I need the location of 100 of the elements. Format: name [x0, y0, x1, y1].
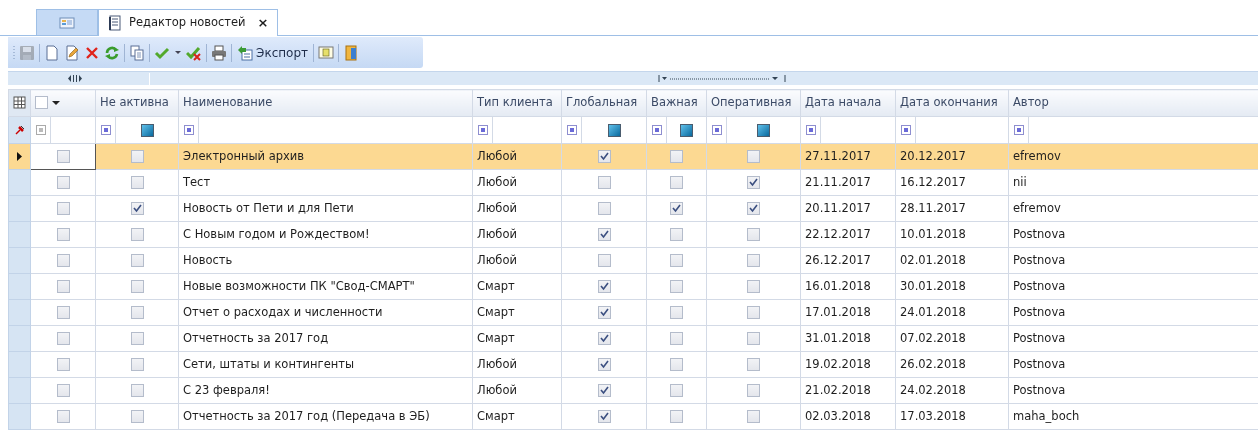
refresh-icon[interactable]: [104, 44, 120, 61]
uncheck-icon[interactable]: [186, 44, 202, 61]
checkbox[interactable]: [747, 175, 760, 189]
checkbox[interactable]: [747, 201, 760, 215]
filter-value-icon[interactable]: [757, 123, 770, 137]
checkbox[interactable]: [597, 409, 611, 423]
checkbox[interactable]: [597, 279, 611, 293]
checkbox[interactable]: [670, 357, 683, 371]
table-cell: Тест: [178, 169, 473, 196]
filter-condition-icon[interactable]: [652, 125, 662, 135]
filter-condition-icon[interactable]: [567, 125, 577, 135]
checkbox[interactable]: [130, 305, 144, 319]
table-cell: 16.12.2017: [895, 169, 1009, 196]
checkbox[interactable]: [747, 383, 760, 397]
column-header[interactable]: Оперативная: [706, 89, 801, 117]
checkbox[interactable]: [56, 201, 70, 215]
checkbox[interactable]: [597, 357, 611, 371]
checkbox[interactable]: [130, 383, 144, 397]
checkbox[interactable]: [56, 149, 70, 163]
checkbox[interactable]: [747, 357, 760, 371]
checkbox[interactable]: [130, 279, 144, 293]
checkbox[interactable]: [670, 253, 683, 267]
filter-condition-icon[interactable]: [101, 125, 111, 135]
checkbox[interactable]: [130, 331, 144, 345]
checkbox[interactable]: [747, 409, 760, 423]
caret-icon[interactable]: [52, 98, 60, 107]
checkbox[interactable]: [56, 175, 70, 189]
checkbox[interactable]: [56, 253, 70, 267]
checkbox[interactable]: [670, 227, 683, 241]
table-cell: 07.02.2018: [895, 325, 1009, 352]
column-header[interactable]: Дата окончания: [895, 89, 1009, 117]
select-all-checkbox[interactable]: [35, 96, 48, 110]
checkbox[interactable]: [747, 253, 760, 267]
column-header[interactable]: Не активна: [95, 89, 179, 117]
checkbox[interactable]: [130, 357, 144, 371]
checkbox[interactable]: [130, 409, 144, 423]
checkbox[interactable]: [130, 253, 144, 267]
checkbox[interactable]: [56, 383, 70, 397]
checkbox[interactable]: [56, 305, 70, 319]
tab[interactable]: [36, 9, 98, 35]
checkbox[interactable]: [56, 409, 70, 423]
table-cell: 26.02.2018: [895, 351, 1009, 378]
checkbox[interactable]: [747, 149, 760, 163]
checkbox[interactable]: [670, 149, 683, 163]
delete-icon[interactable]: [84, 44, 100, 61]
checkbox[interactable]: [130, 175, 144, 189]
column-header[interactable]: Наименование: [178, 89, 473, 117]
copy-icon[interactable]: [129, 44, 145, 61]
filter-value-icon[interactable]: [680, 123, 693, 137]
checkbox[interactable]: [670, 201, 683, 215]
filter-value-icon[interactable]: [140, 123, 154, 137]
checkbox[interactable]: [597, 227, 611, 241]
checkbox[interactable]: [597, 305, 611, 319]
table-cell: С 23 февраля!: [178, 377, 473, 404]
checkbox[interactable]: [597, 201, 611, 215]
column-header[interactable]: Тип клиента: [472, 89, 562, 117]
table-cell: Отчетность за 2017 год (Передача в ЭБ): [178, 403, 473, 430]
export-button[interactable]: Экспорт: [236, 42, 310, 63]
checkbox[interactable]: [597, 331, 611, 345]
checkbox[interactable]: [56, 227, 70, 241]
table-cell: Смарт: [472, 403, 562, 430]
checkbox[interactable]: [130, 149, 144, 163]
checkbox[interactable]: [130, 201, 144, 215]
table-cell: Любой: [472, 377, 562, 404]
checkbox[interactable]: [747, 331, 760, 345]
checkbox[interactable]: [597, 175, 611, 189]
filter-value-icon[interactable]: [607, 123, 621, 137]
scroll-handle-icon[interactable]: [68, 75, 82, 82]
band-drag-icon[interactable]: [657, 75, 787, 82]
checkbox[interactable]: [747, 279, 760, 293]
edit-document-icon[interactable]: [64, 44, 80, 61]
checkbox[interactable]: [747, 227, 760, 241]
new-document-icon[interactable]: [44, 44, 60, 61]
pin-icon[interactable]: [13, 123, 26, 136]
column-header[interactable]: Дата начала: [800, 89, 896, 117]
close-button[interactable]: ×: [257, 13, 269, 33]
checkbox[interactable]: [670, 409, 683, 423]
column-header[interactable]: Глобальная: [561, 89, 647, 117]
checkbox[interactable]: [670, 175, 683, 189]
exit-door-icon[interactable]: [343, 44, 360, 61]
checkbox[interactable]: [670, 305, 683, 319]
checkbox[interactable]: [597, 383, 611, 397]
checkbox[interactable]: [597, 149, 611, 163]
column-header[interactable]: Важная: [646, 89, 707, 117]
grid-layout-icon[interactable]: [13, 96, 26, 110]
checkbox[interactable]: [747, 305, 760, 319]
checkbox[interactable]: [597, 253, 611, 267]
column-header[interactable]: Автор: [1008, 89, 1258, 117]
checkbox[interactable]: [670, 331, 683, 345]
tab[interactable]: Редактор новостей ×: [98, 9, 278, 36]
checkbox[interactable]: [56, 279, 70, 293]
filter-condition-icon[interactable]: [36, 125, 46, 135]
printer-icon[interactable]: [211, 44, 227, 61]
filter-condition-icon[interactable]: [712, 125, 722, 135]
checkbox[interactable]: [670, 383, 683, 397]
checkbox[interactable]: [56, 357, 70, 371]
checkbox[interactable]: [130, 227, 144, 241]
table-cell: Любой: [472, 143, 562, 170]
checkbox[interactable]: [56, 331, 70, 345]
checkbox[interactable]: [670, 279, 683, 293]
